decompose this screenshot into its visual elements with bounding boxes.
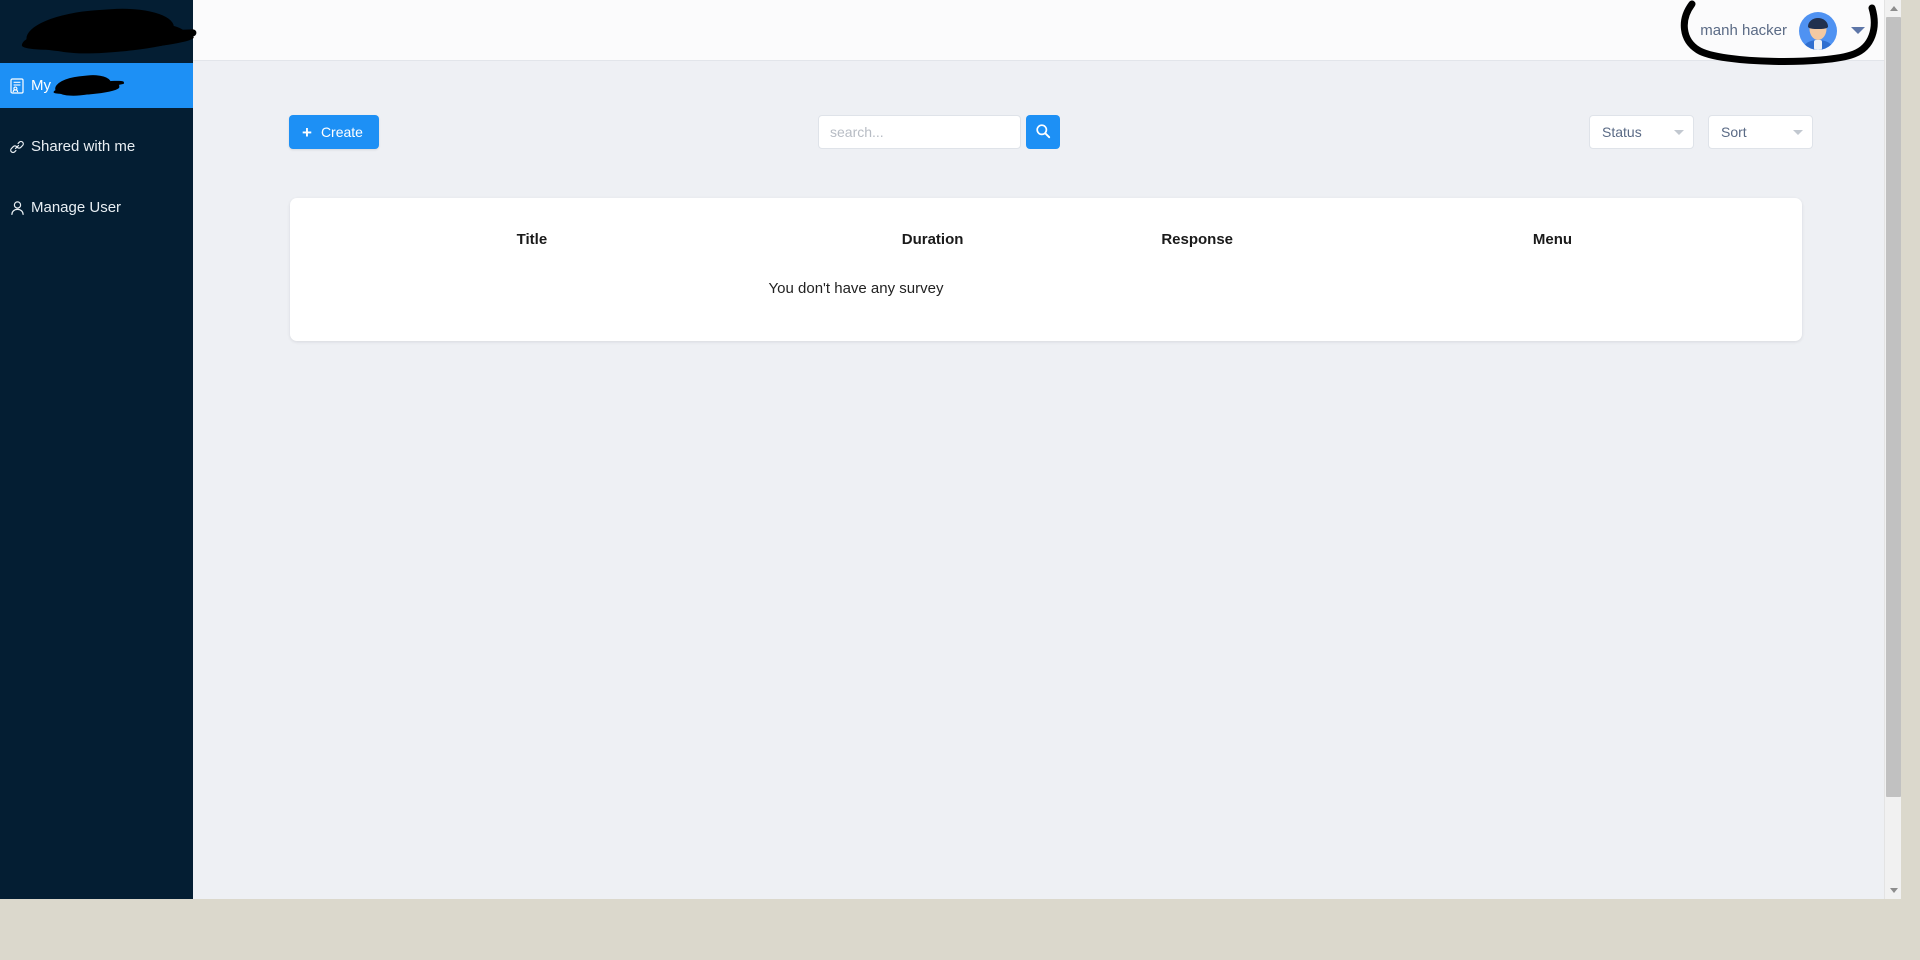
avatar-hair bbox=[1808, 17, 1828, 29]
table-header: Title Duration Response Menu bbox=[290, 198, 1802, 256]
scroll-down-button[interactable] bbox=[1885, 882, 1901, 899]
redacted-word bbox=[54, 73, 112, 98]
chevron-down-icon bbox=[1674, 129, 1684, 135]
plus-icon: + bbox=[302, 122, 312, 142]
empty-state-row: You don't have any survey bbox=[290, 256, 1802, 341]
empty-state-message: You don't have any survey bbox=[768, 280, 944, 297]
status-filter-label: Status bbox=[1602, 124, 1642, 140]
avatar[interactable] bbox=[1799, 11, 1837, 50]
sidebar-item-manage-user[interactable]: Manage User bbox=[0, 185, 193, 230]
user-name: manh hacker bbox=[1700, 22, 1787, 39]
toolbar: + Create Status Sort bbox=[193, 61, 1901, 161]
create-button-label: Create bbox=[320, 124, 363, 140]
sidebar-item-label: Shared with me bbox=[31, 138, 136, 155]
search-group bbox=[818, 115, 1060, 149]
column-header-response: Response bbox=[1161, 231, 1234, 248]
sort-filter[interactable]: Sort bbox=[1708, 115, 1813, 149]
table-header-row: Title Duration Response Menu bbox=[290, 198, 1802, 256]
sidebar-item-my-survey[interactable]: My bbox=[0, 63, 193, 108]
avatar-collar bbox=[1814, 39, 1822, 50]
vertical-scrollbar[interactable] bbox=[1884, 0, 1901, 899]
column-header-menu: Menu bbox=[1532, 231, 1573, 248]
status-filter[interactable]: Status bbox=[1589, 115, 1694, 149]
survey-table: Title Duration Response Menu You don't h… bbox=[290, 198, 1802, 341]
search-button[interactable] bbox=[1026, 115, 1060, 149]
desktop-background-bottom bbox=[0, 899, 1920, 960]
create-button[interactable]: + Create bbox=[289, 115, 379, 149]
app-logo[interactable] bbox=[0, 0, 193, 63]
scroll-up-button[interactable] bbox=[1885, 0, 1901, 17]
sidebar: My Shared with me Manage User bbox=[0, 0, 193, 899]
sidebar-item-label: My bbox=[31, 77, 51, 94]
arrow-down-icon bbox=[1889, 888, 1898, 893]
sidebar-item-label: Manage User bbox=[31, 199, 122, 216]
browser-viewport: My Shared with me Manage User manh hacke… bbox=[0, 0, 1901, 899]
user-menu[interactable]: manh hacker bbox=[1700, 0, 1865, 61]
chevron-down-icon[interactable] bbox=[1851, 27, 1865, 34]
top-header: manh hacker bbox=[193, 0, 1901, 65]
desktop-background-right bbox=[1901, 0, 1920, 960]
sidebar-item-shared-with-me[interactable]: Shared with me bbox=[0, 124, 193, 169]
column-header-duration: Duration bbox=[901, 231, 964, 248]
column-header-title: Title bbox=[516, 231, 548, 248]
survey-document-icon bbox=[6, 76, 28, 96]
user-icon bbox=[6, 198, 28, 218]
link-icon bbox=[6, 137, 28, 157]
chevron-down-icon bbox=[1793, 129, 1803, 135]
arrow-up-icon bbox=[1889, 6, 1898, 11]
survey-table-card: Title Duration Response Menu You don't h… bbox=[290, 198, 1802, 341]
search-input[interactable] bbox=[818, 115, 1021, 149]
filter-group: Status Sort bbox=[1589, 115, 1813, 149]
redacted-logo-mark bbox=[24, 4, 176, 56]
sort-filter-label: Sort bbox=[1721, 124, 1747, 140]
search-icon bbox=[1035, 123, 1051, 142]
empty-state-cell: You don't have any survey bbox=[290, 256, 1802, 341]
table-body: You don't have any survey bbox=[290, 256, 1802, 341]
scrollbar-thumb[interactable] bbox=[1886, 17, 1901, 797]
